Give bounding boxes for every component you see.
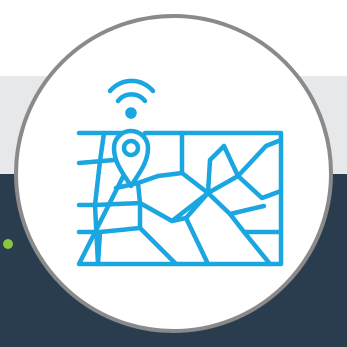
location-pin-icon: [111, 128, 151, 189]
map-location-signal-icon: [76, 78, 284, 267]
scene: [0, 0, 347, 347]
wifi-signal-icon: [107, 78, 156, 119]
map-icon: [76, 130, 284, 267]
